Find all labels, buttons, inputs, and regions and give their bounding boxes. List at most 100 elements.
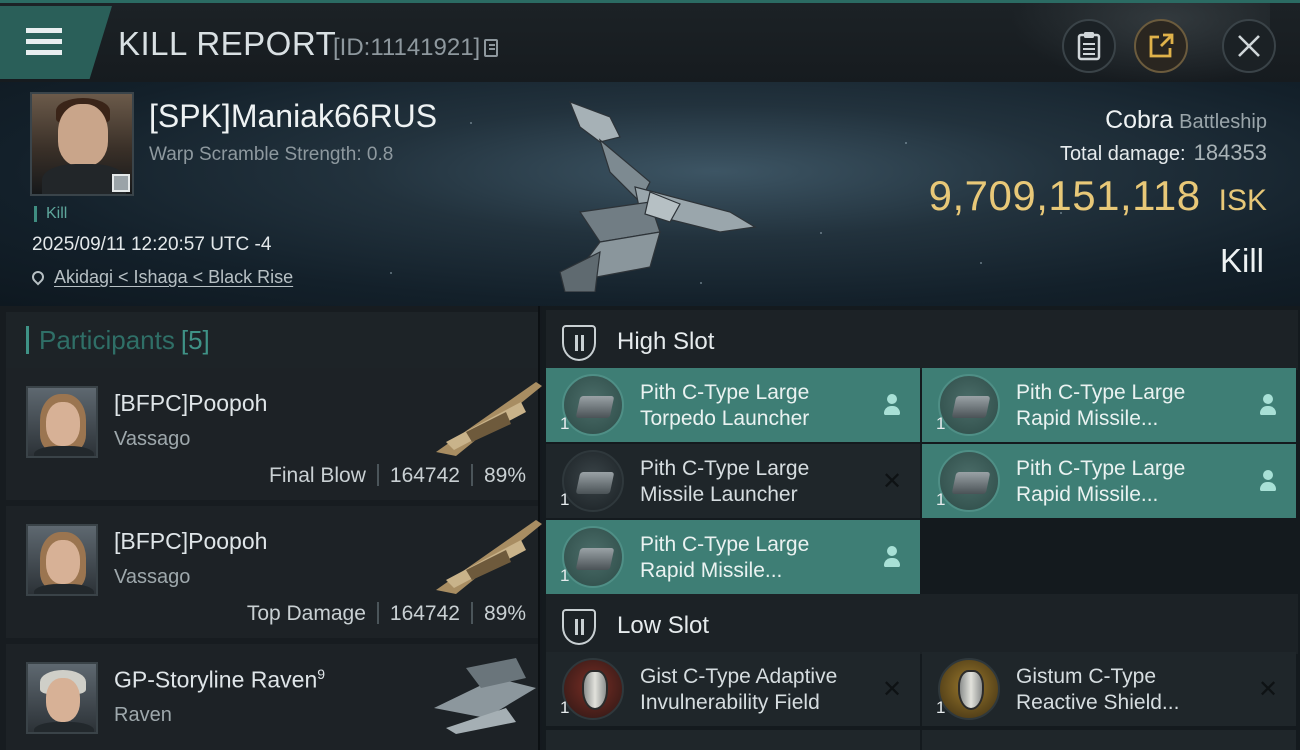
module-item-partial[interactable] [546, 730, 920, 750]
module-name-line1: Gist C-Type Adaptive [640, 665, 838, 688]
location-pin-icon [29, 268, 47, 286]
module-quantity: 1 [560, 566, 570, 585]
menu-button[interactable] [0, 6, 112, 79]
module-destroyed-icon: ✕ [882, 675, 903, 703]
module-name-line2: Rapid Missile... [1016, 483, 1159, 506]
module-item[interactable]: 1 Pith C-Type Large Rapid Missile... [546, 520, 920, 594]
module-item[interactable]: 1 Pith C-Type Large Torpedo Launcher [546, 368, 920, 442]
avatar-face [46, 678, 80, 722]
share-icon [1149, 33, 1174, 58]
module-item[interactable]: 1 Pith C-Type Large Rapid Missile... [922, 368, 1296, 442]
kill-datetime: 2025/09/11 12:20:57 UTC -4 [32, 234, 272, 255]
kill-location-link[interactable]: Akidagi < Ishaga < Black Rise [29, 267, 294, 288]
report-id[interactable]: [ID:11141921] [333, 34, 499, 62]
high-slot-icon [562, 325, 596, 361]
participant-name: [BFPC]Poopoh [114, 528, 267, 555]
participant-stats: Top Damage 164742 89% [247, 602, 526, 626]
close-button[interactable] [1222, 19, 1276, 73]
location-text: Akidagi < Ishaga < Black Rise [54, 267, 294, 287]
menu-icon [26, 28, 62, 33]
kill-result: Kill [1219, 242, 1264, 279]
pilot-dropped-icon [882, 546, 902, 568]
report-id-text: [ID:11141921] [333, 34, 481, 61]
module-name-line2: Torpedo Launcher [640, 407, 810, 430]
share-button[interactable] [1134, 19, 1188, 73]
participants-count: [5] [180, 325, 210, 355]
module-icon [938, 374, 1000, 436]
warp-scramble-strength: Warp Scramble Strength: 0.8 [149, 144, 394, 165]
page-title: KILL REPORT [118, 25, 337, 62]
menu-icon-bar [26, 50, 62, 55]
participant-role: Final Blow [269, 464, 366, 487]
participants-header: Participants [5] [6, 312, 538, 370]
participant-percent: 89% [483, 602, 526, 625]
module-icon [938, 658, 1000, 720]
module-name-line1: Gistum C-Type [1016, 665, 1157, 688]
pilot-dropped-icon [882, 394, 902, 416]
participant-level: 9 [317, 666, 326, 682]
victim-ship[interactable]: Cobra Battleship [1105, 106, 1267, 135]
module-quantity: 1 [560, 414, 570, 433]
module-quantity: 1 [560, 490, 570, 509]
participant-role: Top Damage [246, 602, 366, 625]
module-icon [938, 450, 1000, 512]
module-item[interactable]: 1 Pith C-Type Large Rapid Missile... [922, 444, 1296, 518]
participant-name: GP-Storyline Raven9 [114, 666, 325, 694]
module-item[interactable]: 1 Pith C-Type Large Missile Launcher ✕ [546, 444, 920, 518]
fitting-panel: High Slot 1 Pith C-Type Large Torpedo Lau… [542, 306, 1300, 750]
participant-card[interactable]: GP-Storyline Raven9 Raven [6, 644, 538, 750]
module-name-line1: Pith C-Type Large [1016, 381, 1186, 404]
module-quantity: 1 [560, 698, 570, 717]
module-name-line2: Reactive Shield... [1016, 691, 1180, 714]
module-name-line2: Missile Launcher [640, 483, 798, 506]
module-quantity: 1 [936, 414, 946, 433]
high-slot-header: High Slot [546, 310, 1298, 370]
module-quantity: 1 [936, 490, 946, 509]
module-name: Pith C-Type Large Torpedo Launcher [640, 380, 870, 432]
victim-name[interactable]: [SPK]Maniak66RUS [149, 98, 437, 135]
participant-percent: 89% [483, 464, 526, 487]
victim-portrait[interactable] [30, 92, 134, 196]
star [470, 122, 472, 124]
low-slot-header: Low Slot [546, 594, 1298, 654]
module-image [575, 548, 615, 570]
module-item[interactable]: 1 Gistum C-Type Reactive Shield... ✕ [922, 652, 1296, 726]
participant-avatar [26, 662, 98, 734]
module-name: Pith C-Type Large Rapid Missile... [1016, 456, 1246, 508]
module-image [951, 472, 991, 494]
participant-card[interactable]: [BFPC]Poopoh Vassago Top Damage 164742 89% [6, 506, 542, 638]
module-name: Gist C-Type Adaptive Invulnerability Fiel… [640, 664, 870, 716]
module-destroyed-icon: ✕ [882, 467, 903, 495]
module-icon [562, 450, 624, 512]
victim-summary-panel: [SPK]Maniak66RUS Warp Scramble Strength:… [0, 82, 1300, 306]
ship-class: Battleship [1179, 111, 1267, 133]
participant-ship: Vassago [114, 566, 191, 588]
close-icon [1238, 35, 1260, 57]
module-item-partial[interactable] [922, 730, 1296, 750]
portrait-face [58, 104, 108, 166]
isk-unit: ISK [1218, 184, 1267, 217]
participant-damage: 164742 [389, 602, 460, 625]
module-item[interactable]: 1 Gist C-Type Adaptive Invulnerability Fi… [546, 652, 920, 726]
low-slot-icon [562, 609, 596, 645]
isk-amount: 9,709,151,118 [928, 172, 1201, 219]
copy-icon[interactable] [484, 39, 499, 57]
participant-ship: Raven [114, 704, 172, 726]
avatar-body [34, 446, 94, 456]
star [390, 272, 392, 274]
module-name-line2: Rapid Missile... [1016, 407, 1159, 430]
participant-card[interactable]: [BFPC]Poopoh Vassago Final Blow 164742 89% [6, 368, 542, 500]
star [980, 262, 982, 264]
victim-ship-image [559, 100, 757, 292]
clipboard-button[interactable] [1062, 19, 1116, 73]
pilot-dropped-icon [1258, 394, 1278, 416]
low-slot-title: Low Slot [617, 612, 710, 639]
ship-name-text: Cobra [1105, 106, 1174, 134]
participants-title: Participants [5] [26, 326, 210, 354]
module-name-line1: Pith C-Type Large [640, 533, 810, 556]
stats-divider [470, 464, 473, 486]
star [820, 232, 822, 234]
participant-ship-image [434, 658, 536, 734]
participant-ship: Vassago [114, 428, 191, 450]
module-name-line1: Pith C-Type Large [640, 381, 810, 404]
